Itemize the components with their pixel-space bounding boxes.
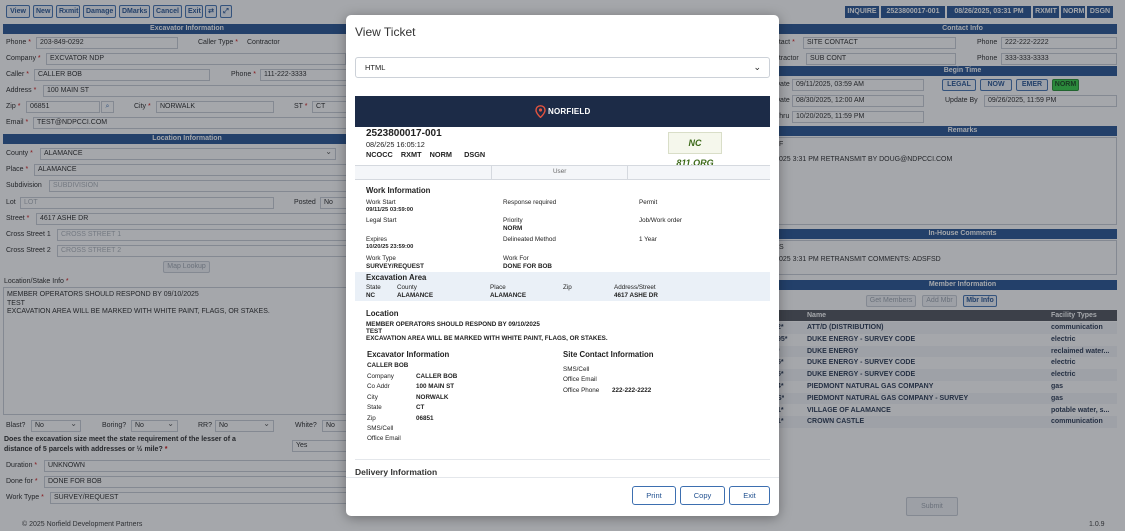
divider (346, 477, 779, 478)
company-value: CALLER BOB (416, 373, 458, 380)
excavator-name: CALLER BOB (367, 362, 409, 369)
job-label: Job/Work order (639, 217, 682, 224)
site-email-label: Office Email (563, 376, 597, 383)
site-phone-value: 222-222-2222 (612, 387, 652, 394)
divider (491, 165, 492, 180)
zip2-value: 06851 (416, 415, 434, 422)
chevron-down-icon: ⌄ (753, 62, 761, 72)
location-pin-icon (535, 105, 546, 119)
modal-exit-button[interactable]: Exit (729, 486, 770, 505)
response-label: Response required (503, 199, 557, 206)
ticket-number: 2523800017-001 (366, 128, 442, 139)
state-value: NC (366, 292, 376, 299)
zip2-label: Zip (367, 415, 376, 422)
legal-start-label: Legal Start (366, 217, 397, 224)
priority-label: Priority (503, 217, 523, 224)
coaddr-value: 100 MAIN ST (416, 383, 455, 390)
expires-label: Expires (366, 236, 387, 243)
company-label: Company (367, 373, 394, 380)
brand-name: NORFIELD (548, 107, 591, 116)
priority-value: NORM (503, 225, 523, 232)
divider (627, 165, 628, 180)
format-select[interactable]: HTML ⌄ (355, 57, 770, 78)
county-value: ALAMANCE (397, 292, 434, 299)
work-start-value: 09/11/25 03:59:00 (366, 207, 414, 213)
place-value: ALAMANCE (490, 292, 527, 299)
view-ticket-modal: View Ticket HTML ⌄ NORFIELD 2523800017-0… (346, 15, 779, 516)
worktype-label: Work Type (366, 255, 396, 262)
ticket-datetime: 08/26/25 16:05:12 (366, 140, 425, 149)
site-phone-label: Office Phone (563, 387, 600, 394)
delivery-info-header: Delivery Information (355, 467, 438, 477)
sms-label: SMS/Cell (367, 425, 394, 432)
divider (355, 459, 770, 460)
excavator-info-header: Excavator Information (367, 350, 450, 359)
st-label: State (367, 404, 382, 411)
office-email-label: Office Email (367, 435, 401, 442)
location-line-2: TEST (366, 328, 383, 335)
nc811-logo: NC 811.ORG (668, 132, 722, 168)
location-line-1: MEMBER OPERATORS SHOULD RESPOND BY 09/10… (366, 321, 540, 328)
worktype-value: SURVEY/REQUEST (366, 263, 424, 270)
coaddr-label: Co Addr (367, 383, 390, 390)
state-label: State (366, 284, 381, 291)
modal-title: View Ticket (355, 25, 416, 39)
excavation-area-header: Excavation Area (366, 273, 427, 282)
permit-label: Permit (639, 199, 658, 206)
work-start-label: Work Start (366, 199, 396, 206)
workfor-label: Work For (503, 255, 529, 262)
copy-button[interactable]: Copy (680, 486, 725, 505)
location-line-3: EXCAVATION AREA WILL BE MARKED WITH WHIT… (366, 335, 608, 342)
city-value: NORWALK (416, 394, 449, 401)
work-info-header: Work Information (366, 186, 431, 195)
site-contact-header: Site Contact Information (563, 350, 654, 359)
ticket-codes: NCOCC RXMT NORM DSGN (366, 150, 486, 159)
expires-value: 10/20/25 23:59:00 (366, 244, 414, 250)
county-label: County (397, 284, 417, 291)
st-value: CT (416, 404, 425, 411)
address-value: 4617 ASHE DR (614, 292, 658, 299)
city-label: City (367, 394, 378, 401)
delineated-value: 1 Year (639, 236, 657, 243)
site-sms-label: SMS/Cell (563, 366, 590, 373)
address-label: Address/Street (614, 284, 656, 291)
zip-label: Zip (563, 284, 572, 291)
print-button[interactable]: Print (632, 486, 676, 505)
workfor-value: DONE FOR BOB (503, 263, 552, 270)
location-header: Location (366, 309, 399, 318)
place-label: Place (490, 284, 506, 291)
format-select-value: HTML (365, 63, 386, 72)
delineated-label: Delineated Method (503, 236, 556, 243)
user-label: User (553, 168, 567, 175)
